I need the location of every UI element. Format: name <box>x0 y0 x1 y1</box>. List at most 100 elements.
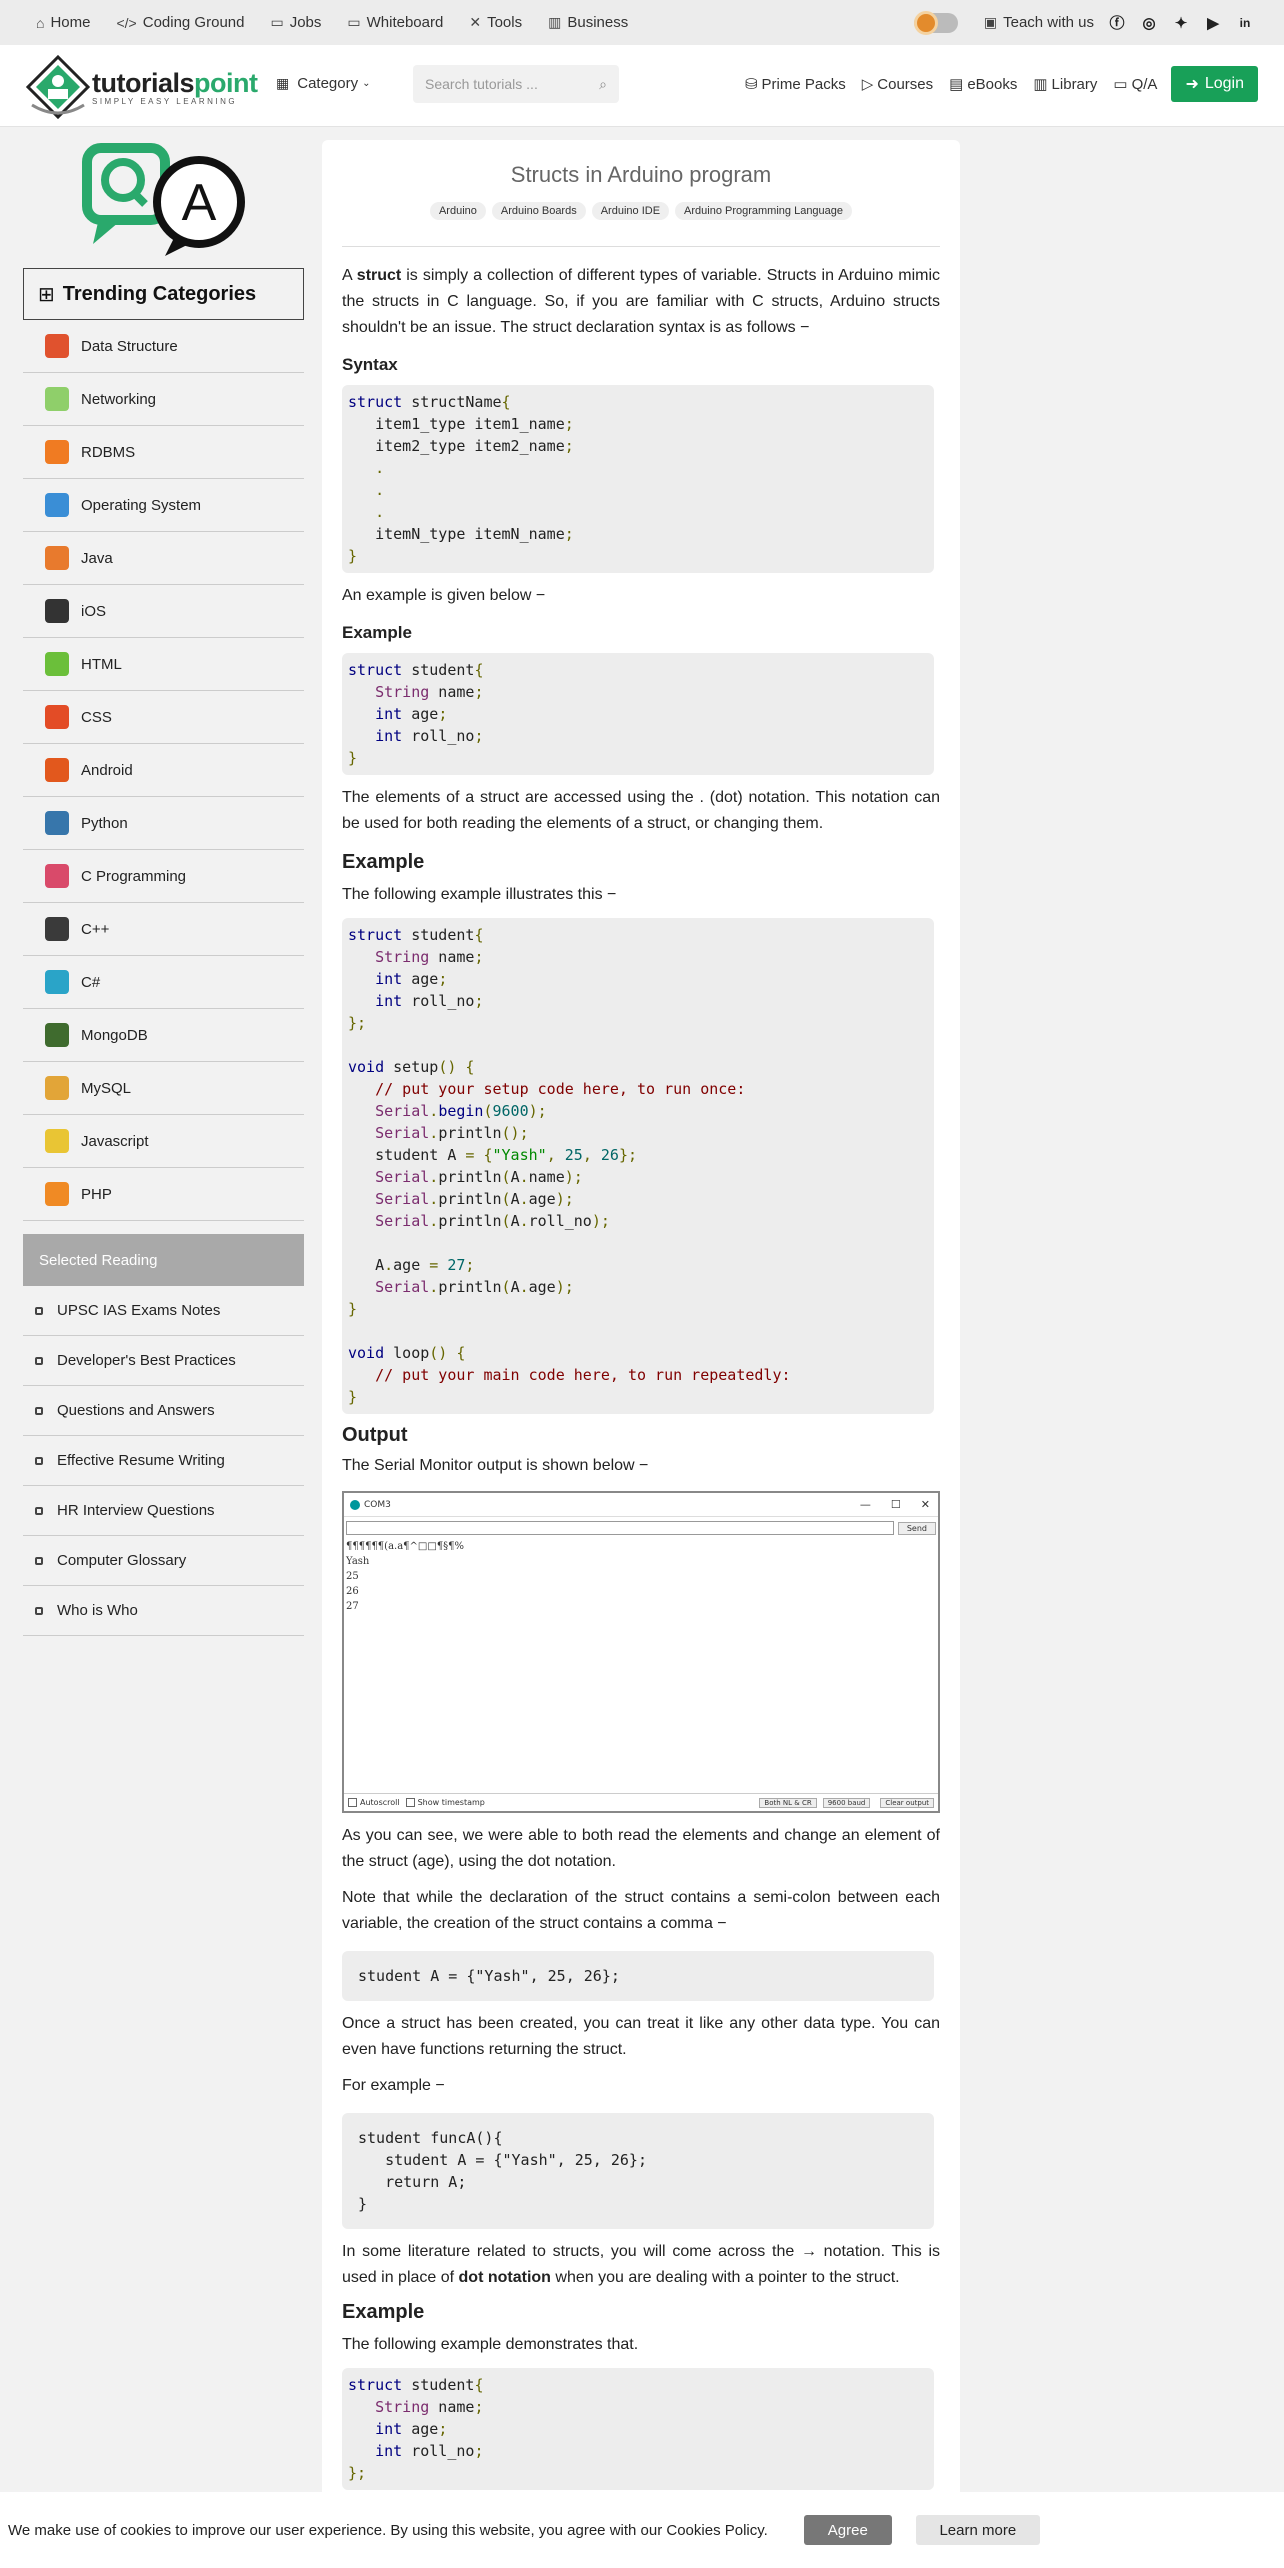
tag-list: Arduino Arduino Boards Arduino IDE Ardui… <box>342 202 940 220</box>
category-label: Category <box>297 75 359 92</box>
nav-courses[interactable]: ▷ Courses <box>862 75 934 94</box>
youtube-icon[interactable]: ▶ <box>1204 14 1222 32</box>
sidebar-category-item[interactable]: Javascript <box>23 1115 304 1168</box>
sidebar-category-item[interactable]: C Programming <box>23 850 304 903</box>
search-input[interactable]: Search tutorials ... ⌕ <box>413 65 619 103</box>
category-icon <box>45 1182 69 1206</box>
logo-text-accent: point <box>194 68 258 98</box>
category-label: Javascript <box>81 1132 149 1150</box>
sidebar-category-item[interactable]: RDBMS <box>23 426 304 479</box>
svg-text:A: A <box>181 174 216 232</box>
tools-icon: ✕ <box>469 14 482 30</box>
facebook-icon[interactable]: ⓕ <box>1108 14 1126 32</box>
teach-with-us-link[interactable]: ▣ Teach with us <box>984 14 1094 31</box>
bullet-icon <box>35 1406 43 1415</box>
trending-categories-heading: ⊞ Trending Categories <box>23 268 304 320</box>
sidebar-category-item[interactable]: Operating System <box>23 479 304 532</box>
sidebar-category-item[interactable]: Data Structure <box>23 320 304 373</box>
nav-qa[interactable]: ▭ Q/A <box>1113 75 1157 94</box>
selected-reading-item[interactable]: Who is Who <box>23 1586 304 1636</box>
twitter-icon[interactable]: ✦ <box>1172 14 1190 32</box>
category-dropdown[interactable]: ▦ Category ⌄ <box>276 75 371 92</box>
theme-toggle[interactable] <box>913 10 958 35</box>
qa-logo-icon[interactable]: A <box>79 140 249 260</box>
example-heading: Example <box>342 851 425 873</box>
logo-tagline: SIMPLY EASY LEARNING <box>92 97 238 106</box>
home-icon: ⌂ <box>36 14 45 31</box>
sidebar-category-item[interactable]: C# <box>23 956 304 1009</box>
category-icon <box>45 1023 69 1047</box>
text: when you are dealing with a pointer to t… <box>550 2269 900 2286</box>
category-label: CSS <box>81 708 112 726</box>
selected-reading-item[interactable]: Developer's Best Practices <box>23 1336 304 1386</box>
category-icon <box>45 917 69 941</box>
code-block-full-example: struct student{ String name; int age; in… <box>342 918 934 1414</box>
sidebar-category-item[interactable]: MySQL <box>23 1062 304 1115</box>
category-label: C# <box>81 973 101 991</box>
bold-text: struct <box>356 267 402 284</box>
tag[interactable]: Arduino Programming Language <box>675 202 853 220</box>
paragraph: An example is given below − <box>342 587 546 604</box>
site-logo[interactable]: tutorialspoint SIMPLY EASY LEARNING <box>26 55 258 119</box>
timestamp-label: Show timestamp <box>417 1798 485 1807</box>
autoscroll-label: Autoscroll <box>360 1798 400 1807</box>
paragraph: Once a struct has been created, you can … <box>342 2015 940 2058</box>
category-label: Android <box>81 761 133 779</box>
linkedin-icon[interactable]: in <box>1236 14 1254 32</box>
sidebar-category-item[interactable]: iOS <box>23 585 304 638</box>
instagram-icon[interactable]: ◎ <box>1140 14 1158 32</box>
example-heading: Example <box>342 623 412 642</box>
logo-text-main: tutorials <box>92 68 195 98</box>
sidebar-category-item[interactable]: Java <box>23 532 304 585</box>
category-label: Operating System <box>81 496 202 514</box>
maximize-icon: ☐ <box>890 1498 901 1511</box>
paragraph: For example − <box>342 2077 445 2094</box>
learn-more-button[interactable]: Learn more <box>915 2515 1040 2545</box>
topbar-coding-ground[interactable]: </> Coding Ground <box>116 14 244 31</box>
selected-reading-item[interactable]: UPSC IAS Exams Notes <box>23 1286 304 1336</box>
category-label: Java <box>81 549 113 567</box>
nav-ebooks[interactable]: ▤ eBooks <box>949 75 1018 94</box>
nav-library-label: Library <box>1051 75 1098 93</box>
category-label: Networking <box>81 390 157 408</box>
grid-icon: ▦ <box>276 75 290 91</box>
output-heading: Output <box>342 1424 408 1446</box>
reading-label: UPSC IAS Exams Notes <box>57 1302 221 1319</box>
agree-button[interactable]: Agree <box>803 2515 892 2545</box>
sidebar-category-item[interactable]: HTML <box>23 638 304 691</box>
topbar-tools[interactable]: ✕ Tools <box>469 14 522 31</box>
serial-line: Yash <box>346 1556 370 1567</box>
topbar-jobs[interactable]: ▭ Jobs <box>270 14 321 31</box>
nav-courses-label: Courses <box>877 75 934 93</box>
code-block-syntax: struct structName{ item1_type item1_name… <box>342 385 934 573</box>
sidebar-category-item[interactable]: C++ <box>23 903 304 956</box>
topbar-whiteboard[interactable]: ▭ Whiteboard <box>347 14 443 31</box>
sidebar-category-item[interactable]: Networking <box>23 373 304 426</box>
line-ending-select: Both NL & CR <box>759 1797 817 1808</box>
tag[interactable]: Arduino <box>429 202 486 220</box>
selected-reading-item[interactable]: HR Interview Questions <box>23 1486 304 1536</box>
sidebar-category-item[interactable]: MongoDB <box>23 1009 304 1062</box>
sidebar-category-item[interactable]: PHP <box>23 1168 304 1221</box>
nav-ebooks-label: eBooks <box>967 75 1018 93</box>
checkbox <box>405 1798 415 1807</box>
selected-reading-item[interactable]: Computer Glossary <box>23 1536 304 1586</box>
nav-library[interactable]: ▥ Library <box>1033 75 1098 94</box>
topbar-business[interactable]: ▥ Business <box>548 14 628 31</box>
sidebar-category-item[interactable]: Python <box>23 797 304 850</box>
sidebar-category-item[interactable]: CSS <box>23 691 304 744</box>
selected-reading-item[interactable]: Questions and Answers <box>23 1386 304 1436</box>
text: is simply a collection of different type… <box>342 267 941 336</box>
tag[interactable]: Arduino Boards <box>491 202 586 220</box>
topbar-home[interactable]: ⌂ Home <box>36 14 90 31</box>
serial-line: ¶¶¶¶¶¶(a.a¶^□□¶§¶% <box>346 1541 465 1552</box>
nav-prime-packs[interactable]: ⛁ Prime Packs <box>745 75 846 94</box>
login-button[interactable]: ➜ Login <box>1171 66 1258 102</box>
teach-label: Teach with us <box>1003 14 1094 31</box>
code-block-func: student funcA(){ student A = {"Yash", 25… <box>342 2113 934 2229</box>
selected-reading-item[interactable]: Effective Resume Writing <box>23 1436 304 1486</box>
sidebar-category-item[interactable]: Android <box>23 744 304 797</box>
tag[interactable]: Arduino IDE <box>591 202 670 220</box>
category-label: Data Structure <box>81 337 178 355</box>
library-icon: ▥ <box>1033 76 1048 93</box>
